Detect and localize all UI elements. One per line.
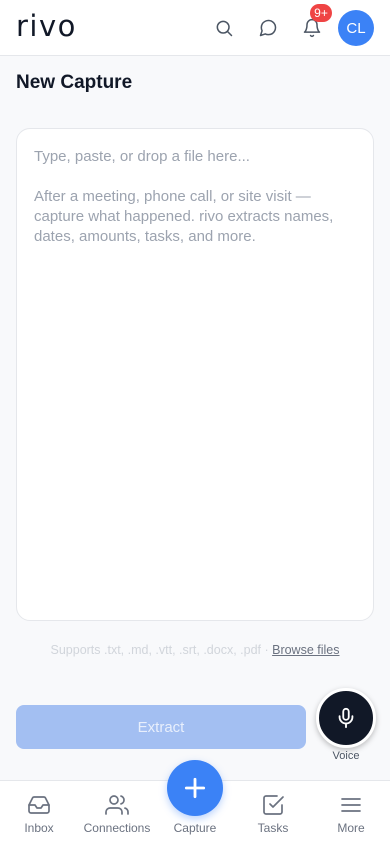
browse-files-link[interactable]: Browse files: [272, 643, 339, 657]
plus-icon: [184, 777, 206, 799]
chat-icon: [259, 19, 277, 37]
nav-label-inbox: Inbox: [24, 821, 54, 835]
capture-input[interactable]: [34, 147, 356, 602]
messages-button[interactable]: [250, 10, 286, 46]
voice-button[interactable]: [316, 688, 376, 748]
extract-button[interactable]: Extract: [16, 705, 306, 749]
search-button[interactable]: [206, 10, 242, 46]
nav-label-capture: Capture: [173, 821, 217, 835]
capture-box: [16, 128, 374, 621]
check-square-icon: [263, 795, 284, 815]
capture-fab-button[interactable]: [167, 760, 223, 816]
voice-label: Voice: [332, 750, 360, 762]
microphone-icon: [338, 707, 354, 729]
users-icon: [105, 795, 129, 815]
nav-label-connections: Connections: [83, 821, 151, 835]
page-title: New Capture: [16, 72, 133, 93]
nav-label-tasks: Tasks: [257, 821, 289, 835]
user-avatar[interactable]: CL: [338, 10, 374, 46]
app-header: rivo 9+ CL: [0, 0, 390, 56]
search-icon: [216, 20, 233, 37]
header-actions: 9+ CL: [198, 4, 374, 46]
nav-item-connections[interactable]: Connections: [78, 781, 156, 844]
app-logo[interactable]: rivo: [16, 12, 77, 41]
supported-formats-text: Supports .txt, .md, .vtt, .srt, .docx, .…: [50, 643, 273, 657]
notifications-button[interactable]: 9+: [294, 4, 332, 46]
menu-icon: [341, 798, 361, 812]
nav-item-more[interactable]: More: [312, 781, 390, 844]
nav-item-inbox[interactable]: Inbox: [0, 781, 78, 844]
nav-item-tasks[interactable]: Tasks: [234, 781, 312, 844]
supported-formats: Supports .txt, .md, .vtt, .srt, .docx, .…: [0, 643, 390, 657]
inbox-icon: [28, 796, 50, 814]
notifications-badge: 9+: [310, 4, 332, 22]
nav-label-more: More: [337, 821, 365, 835]
